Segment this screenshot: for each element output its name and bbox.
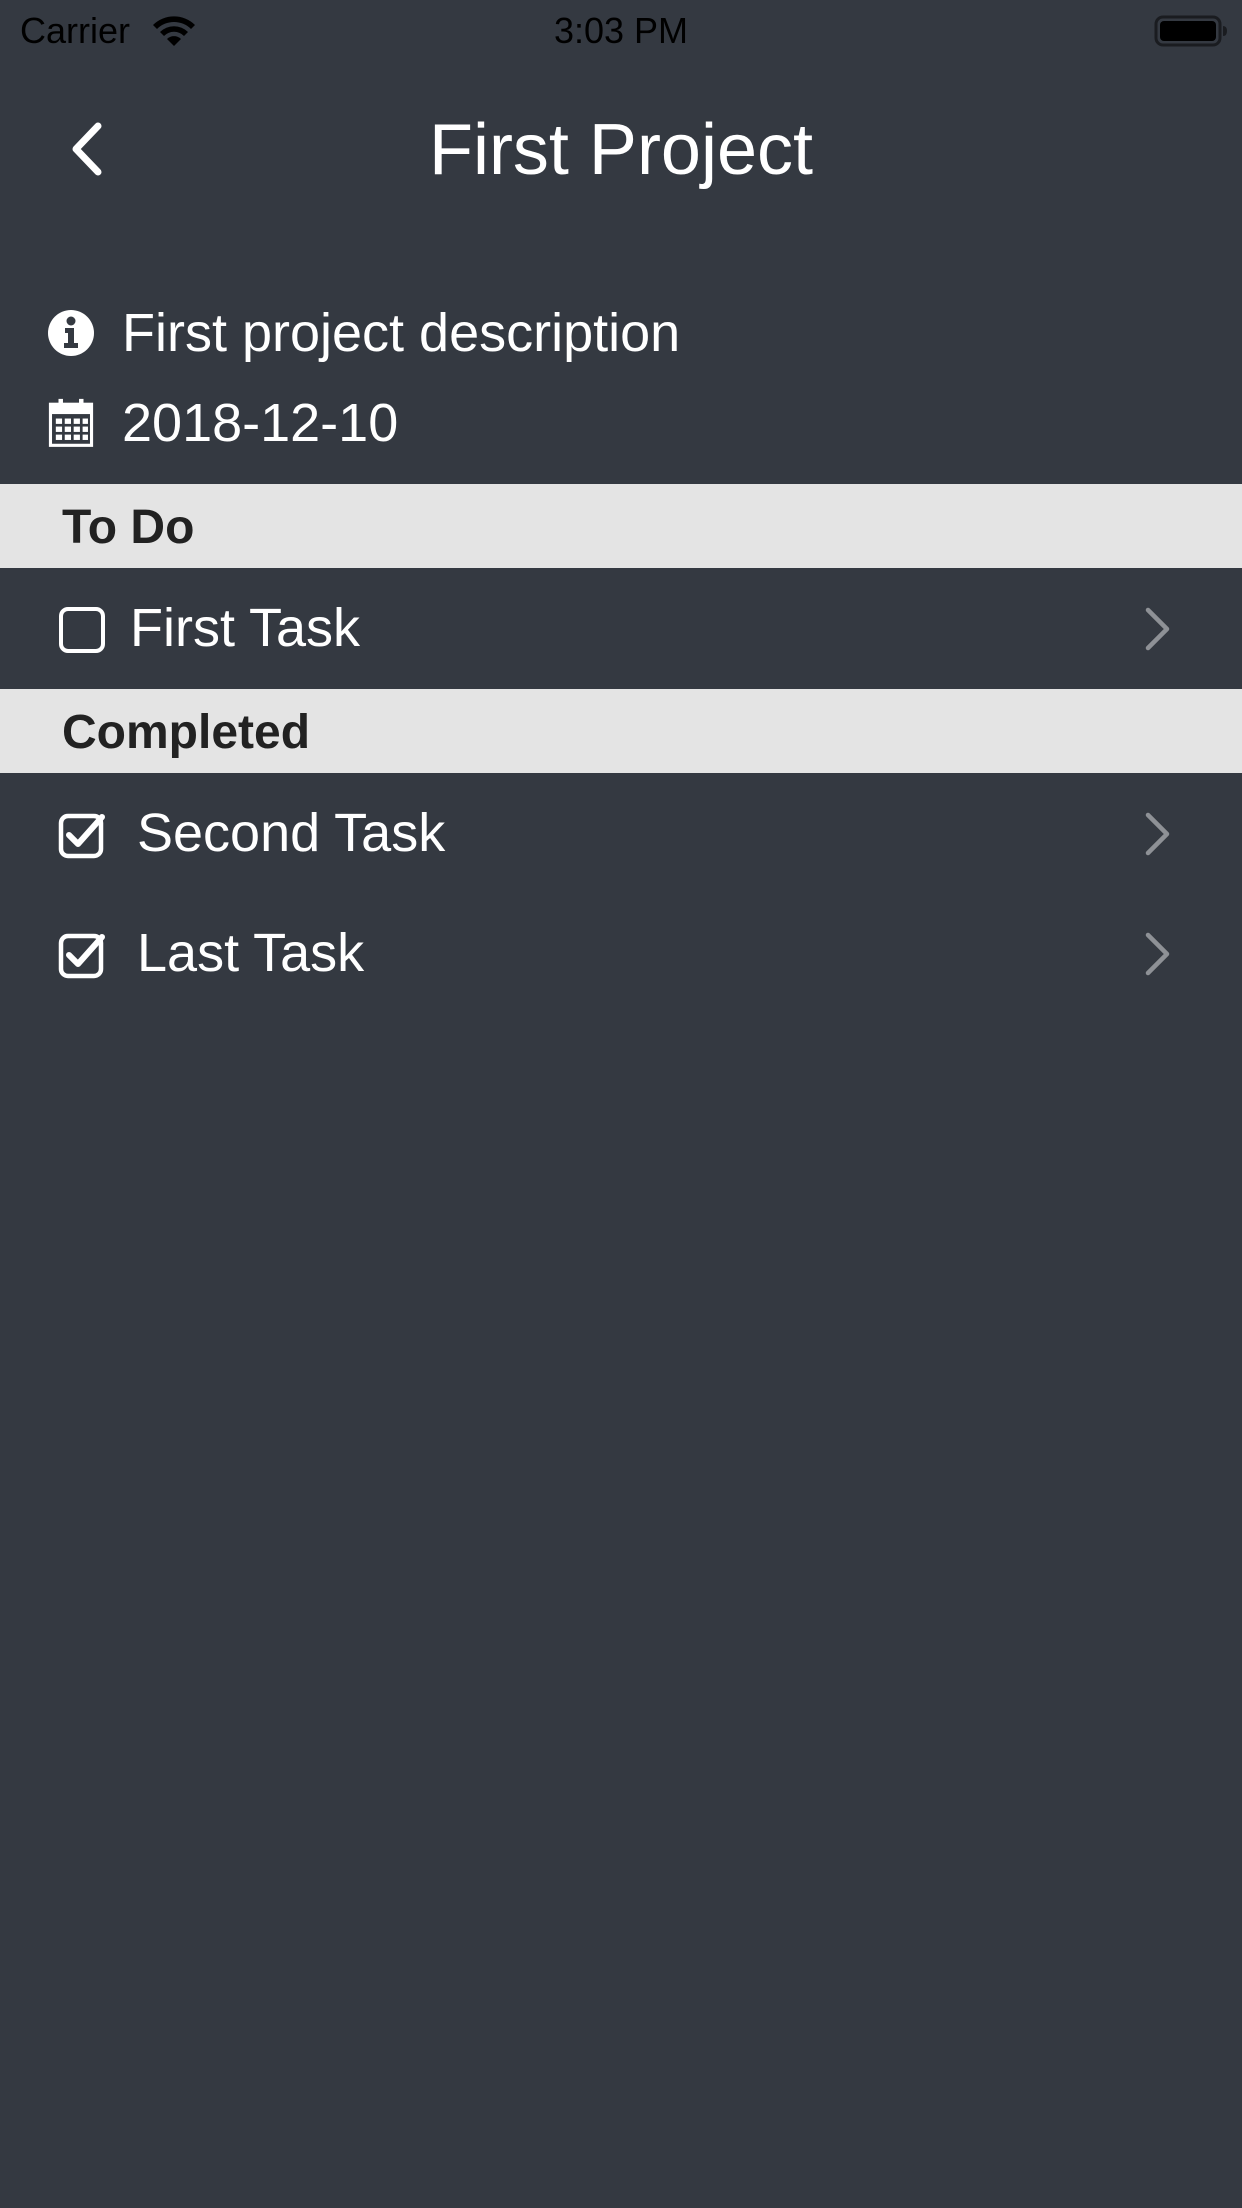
calendar-icon [48, 398, 94, 447]
checkbox-checked-icon[interactable] [58, 811, 106, 859]
task-row[interactable]: First Task [0, 568, 1242, 688]
checkbox-unchecked-icon[interactable] [58, 606, 106, 654]
status-time: 3:03 PM [553, 10, 689, 51]
project-date: 2018-12-10 [122, 393, 399, 453]
section-label-todo: To Do [62, 501, 195, 554]
task-label: Last Task [137, 923, 365, 983]
status-bar: Carrier 3:03 PM [0, 0, 1242, 60]
project-description-row: First project description [46, 298, 680, 368]
chevron-right-icon [1145, 932, 1170, 976]
project-date-row: 2018-12-10 [46, 388, 398, 458]
chevron-right-icon [1145, 812, 1170, 856]
task-label: Second Task [137, 803, 446, 863]
battery-icon [1154, 15, 1227, 47]
checkbox-checked-icon[interactable] [58, 931, 106, 979]
task-row[interactable]: Second Task [0, 773, 1242, 893]
task-row[interactable]: Last Task [0, 893, 1242, 1013]
section-header-completed: Completed [0, 689, 1242, 773]
section-label-completed: Completed [62, 706, 311, 759]
task-label: First Task [130, 598, 361, 658]
chevron-right-icon [1145, 607, 1170, 651]
section-header-todo: To Do [0, 484, 1242, 568]
page-title: First Project [428, 110, 814, 190]
info-circle-icon [48, 310, 94, 356]
navigation-bar: First Project [0, 60, 1242, 240]
project-description: First project description [122, 303, 681, 363]
